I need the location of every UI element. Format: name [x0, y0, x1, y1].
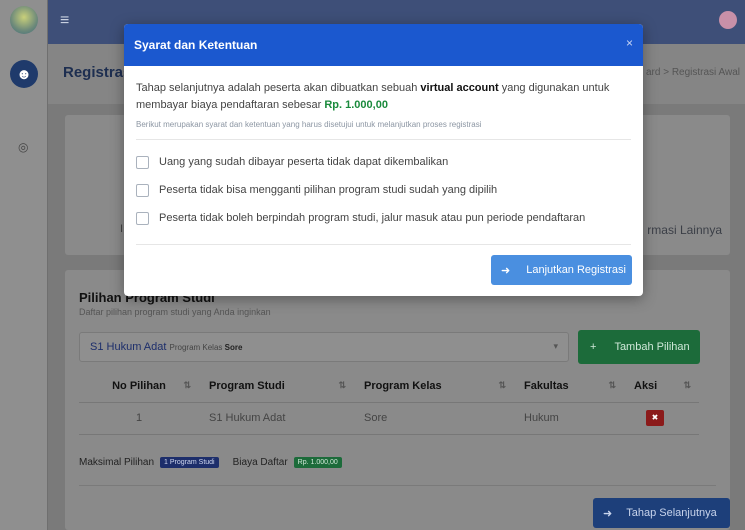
- continue-registration-button[interactable]: ➜ Lanjutkan Registrasi: [491, 255, 632, 285]
- arrow-right-icon: ➜: [603, 507, 613, 520]
- term-checkbox[interactable]: [136, 211, 149, 225]
- sidebar: ☻ ◎: [0, 0, 48, 530]
- fee-amount: Rp. 1.000,00: [324, 99, 388, 111]
- cell-prodi: S1 Hukum Adat: [199, 402, 354, 435]
- modal-note: Berikut merupakan syarat dan ketentuan y…: [136, 120, 482, 129]
- chevron-down-icon: ▾: [553, 341, 558, 351]
- virtual-account-text: virtual account: [420, 82, 499, 94]
- avatar-icon[interactable]: ☻: [10, 60, 38, 88]
- term-checkbox[interactable]: [136, 183, 149, 197]
- col-no-pilihan[interactable]: No Pilihan ⇅: [79, 370, 199, 403]
- cell-fakultas: Hukum: [514, 402, 624, 435]
- arrow-right-icon: ➜: [501, 264, 511, 277]
- cell-aksi: ✖: [624, 402, 699, 435]
- add-choice-button[interactable]: + Tambah Pilihan: [578, 330, 700, 364]
- continue-registration-label: Lanjutkan Registrasi: [526, 264, 626, 276]
- dashboard-icon[interactable]: ◎: [18, 140, 28, 154]
- choices-table: No Pilihan ⇅ Program Studi ⇅ Program Kelas…: [79, 370, 699, 435]
- term-label: Peserta tidak boleh berpindah program st…: [159, 212, 586, 224]
- divider: [79, 485, 716, 486]
- program-kelas-label: Program Kelas: [169, 343, 223, 352]
- tab-informasi-lainnya[interactable]: rmasi Lainnya: [647, 223, 722, 237]
- sort-icon: ⇅: [338, 380, 346, 390]
- section-subtitle: Daftar pilihan program studi yang Anda i…: [79, 307, 271, 317]
- sort-icon: ⇅: [183, 380, 191, 390]
- col-aksi[interactable]: Aksi ⇅: [624, 370, 699, 403]
- biaya-badge: Rp. 1.000,00: [293, 457, 342, 468]
- term-label: Uang yang sudah dibayar peserta tidak da…: [159, 156, 449, 168]
- pilihan-program-card: Pilihan Program Studi Daftar pilihan pro…: [65, 270, 730, 530]
- program-select-value: S1 Hukum Adat: [90, 341, 167, 353]
- modal-lead: Tahap selanjutnya adalah peserta akan di…: [136, 82, 610, 111]
- next-step-label: Tahap Selanjutnya: [626, 507, 717, 519]
- terms-modal: Syarat dan Ketentuan × Tahap selanjutnya…: [124, 24, 643, 296]
- table-row: 1 S1 Hukum Adat Sore Hukum ✖: [79, 402, 699, 435]
- cell-kelas: Sore: [354, 402, 514, 435]
- max-badge: 1 Program Studi: [160, 457, 219, 468]
- sort-icon: ⇅: [608, 380, 616, 390]
- modal-body: Tahap selanjutnya adalah peserta akan di…: [124, 66, 643, 245]
- program-kelas-value: Sore: [224, 343, 243, 352]
- modal-title: Syarat dan Ketentuan: [134, 38, 258, 52]
- col-fakultas[interactable]: Fakultas ⇅: [514, 370, 624, 403]
- term-label: Peserta tidak bisa mengganti pilihan pro…: [159, 184, 498, 196]
- delete-button[interactable]: ✖: [646, 410, 664, 426]
- close-icon[interactable]: ×: [626, 36, 633, 50]
- biaya-label: Biaya Daftar: [232, 457, 288, 468]
- logo-icon: [10, 6, 38, 34]
- hamburger-icon[interactable]: ≡: [60, 12, 69, 30]
- sort-icon: ⇅: [498, 380, 506, 390]
- divider: [136, 244, 631, 245]
- term-checkbox[interactable]: [136, 155, 149, 169]
- col-program-studi[interactable]: Program Studi ⇅: [199, 370, 354, 403]
- term-item[interactable]: Peserta tidak boleh berpindah program st…: [136, 204, 631, 232]
- divider: [136, 139, 631, 140]
- next-step-button[interactable]: ➜ Tahap Selanjutnya: [593, 498, 730, 528]
- term-item[interactable]: Peserta tidak bisa mengganti pilihan pro…: [136, 176, 631, 204]
- add-choice-label: Tambah Pilihan: [614, 341, 690, 353]
- cell-no: 1: [79, 402, 199, 435]
- breadcrumb[interactable]: ard > Registrasi Awal: [646, 67, 740, 78]
- card-peek-left: I: [120, 223, 124, 235]
- user-icon[interactable]: [719, 11, 737, 29]
- modal-header: Syarat dan Ketentuan ×: [124, 24, 643, 66]
- plus-icon: +: [590, 341, 597, 353]
- max-label: Maksimal Pilihan: [79, 457, 155, 468]
- term-item[interactable]: Uang yang sudah dibayar peserta tidak da…: [136, 148, 631, 176]
- program-select[interactable]: S1 Hukum Adat Program Kelas Sore ▾: [79, 332, 569, 362]
- choice-info: Maksimal Pilihan 1 Program Studi Biaya D…: [79, 457, 342, 468]
- sort-icon: ⇅: [683, 380, 691, 390]
- col-program-kelas[interactable]: Program Kelas ⇅: [354, 370, 514, 403]
